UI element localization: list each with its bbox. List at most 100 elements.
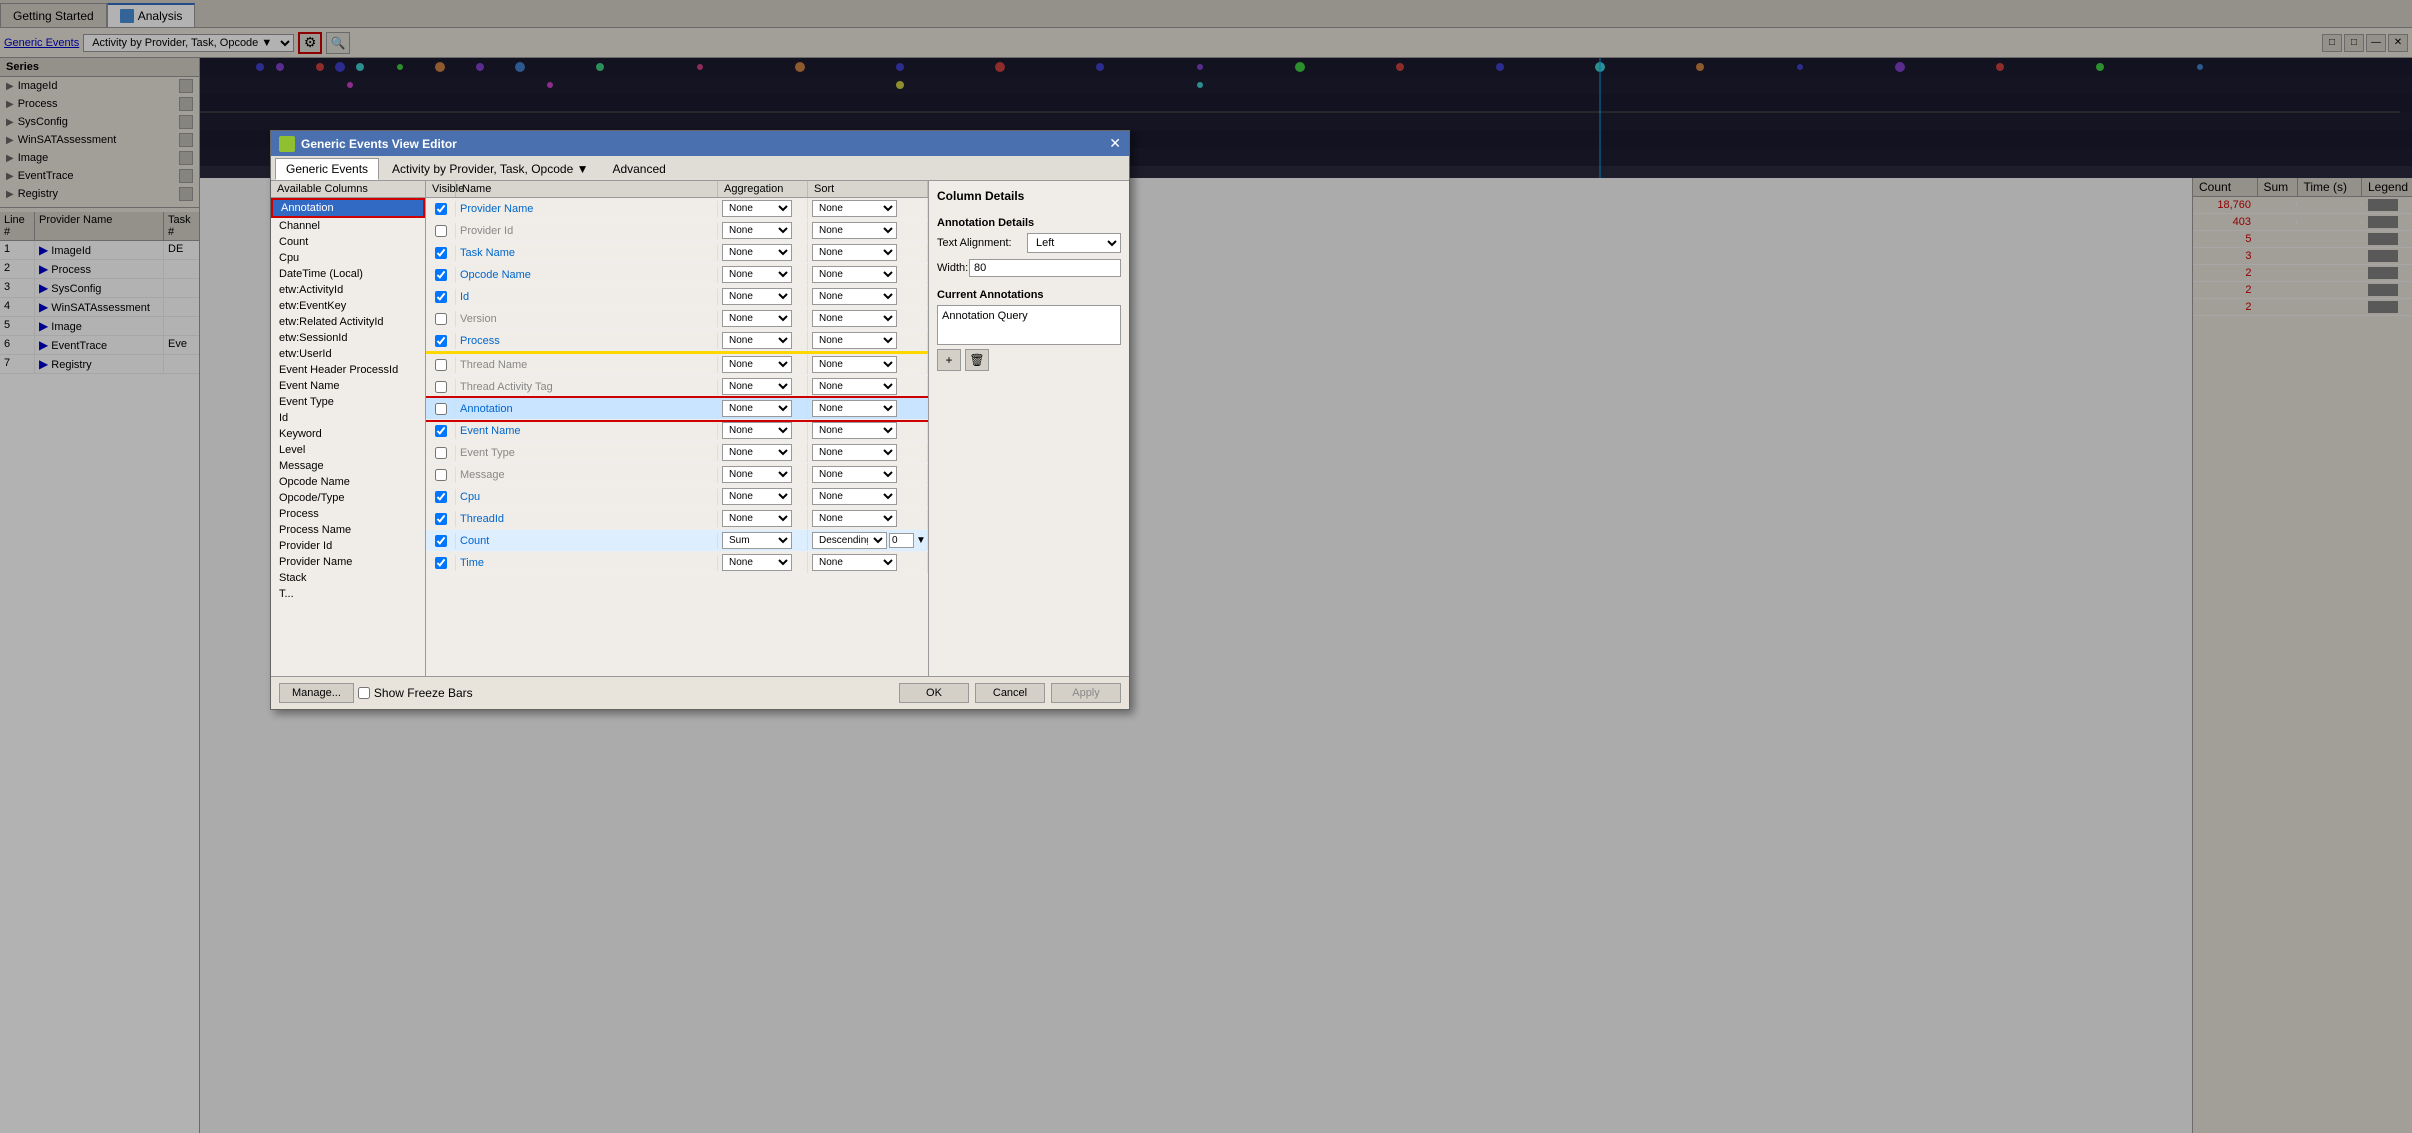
col-visible-checkbox[interactable]: [435, 359, 447, 371]
avail-item-opcode-type[interactable]: Opcode/Type: [271, 490, 425, 506]
col-visible-checkbox[interactable]: [435, 513, 447, 525]
avail-item-etw-sessionid[interactable]: etw:SessionId: [271, 330, 425, 346]
show-freeze-checkbox[interactable]: [358, 687, 370, 699]
ok-button[interactable]: OK: [899, 683, 969, 703]
col-visible-checkbox[interactable]: [435, 335, 447, 347]
avail-item-message[interactable]: Message: [271, 458, 425, 474]
avail-item-process-name[interactable]: Process Name: [271, 522, 425, 538]
modal-close-button[interactable]: ✕: [1109, 135, 1121, 152]
avail-item-opcode-name[interactable]: Opcode Name: [271, 474, 425, 490]
col-agg-select[interactable]: None: [722, 488, 792, 505]
col-agg-select[interactable]: None: [722, 244, 792, 261]
col-sort-select[interactable]: None: [812, 488, 897, 505]
avail-item-etw-related[interactable]: etw:Related ActivityId: [271, 314, 425, 330]
avail-item-cpu[interactable]: Cpu: [271, 250, 425, 266]
col-sort-select[interactable]: None: [812, 222, 897, 239]
width-input[interactable]: [969, 259, 1121, 277]
avail-item-event-header[interactable]: Event Header ProcessId: [271, 362, 425, 378]
col-sort-select[interactable]: None: [812, 510, 897, 527]
col-visible-checkbox[interactable]: [435, 291, 447, 303]
col-visible-checkbox[interactable]: [435, 381, 447, 393]
col-agg-select[interactable]: SumNone: [722, 532, 792, 549]
avail-item-t[interactable]: T...: [271, 586, 425, 602]
col-agg-select[interactable]: None: [722, 378, 792, 395]
col-agg-select[interactable]: None: [722, 554, 792, 571]
col-agg-select[interactable]: None: [722, 222, 792, 239]
col-sort-select[interactable]: None: [812, 288, 897, 305]
apply-button[interactable]: Apply: [1051, 683, 1121, 703]
col-visible-checkbox[interactable]: [435, 225, 447, 237]
col-visible-checkbox[interactable]: [435, 203, 447, 215]
col-name-cell: Provider Name: [456, 201, 718, 217]
col-visible-checkbox[interactable]: [435, 557, 447, 569]
col-agg-cell: None: [718, 198, 808, 219]
col-visible-checkbox[interactable]: [435, 535, 447, 547]
avail-item-datetime[interactable]: DateTime (Local): [271, 266, 425, 282]
column-table-header: Visible Name Aggregation Sort: [426, 181, 928, 198]
col-sort-select[interactable]: DescendingNone: [812, 532, 887, 549]
col-sort-select[interactable]: None: [812, 356, 897, 373]
col-visible-checkbox[interactable]: [435, 269, 447, 281]
col-sort-select[interactable]: None: [812, 310, 897, 327]
col-visible-checkbox[interactable]: [435, 469, 447, 481]
col-visible-checkbox[interactable]: [435, 447, 447, 459]
avail-item-event-type[interactable]: Event Type: [271, 394, 425, 410]
col-sort-select[interactable]: None: [812, 378, 897, 395]
avail-item-stack[interactable]: Stack: [271, 570, 425, 586]
col-visible-cell: [426, 333, 456, 349]
modal-tab-advanced[interactable]: Advanced: [601, 158, 676, 180]
add-annotation-button[interactable]: +: [937, 349, 961, 371]
col-agg-select[interactable]: None: [722, 310, 792, 327]
avail-item-count[interactable]: Count: [271, 234, 425, 250]
avail-item-etw-activityid[interactable]: etw:ActivityId: [271, 282, 425, 298]
col-visible-checkbox[interactable]: [435, 313, 447, 325]
cancel-button[interactable]: Cancel: [975, 683, 1045, 703]
col-sort-select[interactable]: None: [812, 466, 897, 483]
text-alignment-select[interactable]: Left Center Right: [1027, 233, 1121, 253]
manage-button[interactable]: Manage...: [279, 683, 354, 703]
avail-item-level[interactable]: Level: [271, 442, 425, 458]
col-agg-select[interactable]: None: [722, 332, 792, 349]
col-sort-select[interactable]: None: [812, 444, 897, 461]
avail-item-keyword[interactable]: Keyword: [271, 426, 425, 442]
col-row-annotation: Annotation None None: [426, 398, 928, 420]
col-visible-checkbox[interactable]: [435, 247, 447, 259]
col-sort-select[interactable]: None: [812, 266, 897, 283]
col-visible-cell: [426, 311, 456, 327]
col-agg-select[interactable]: None: [722, 400, 792, 417]
avail-item-event-name[interactable]: Event Name: [271, 378, 425, 394]
modal-tab-generic-events[interactable]: Generic Events: [275, 158, 379, 180]
col-visible-checkbox[interactable]: [435, 491, 447, 503]
col-name-cell: Cpu: [456, 489, 718, 505]
avail-item-process[interactable]: Process: [271, 506, 425, 522]
avail-item-etw-eventkey[interactable]: etw:EventKey: [271, 298, 425, 314]
col-sort-num-input[interactable]: [889, 533, 914, 548]
col-agg-select[interactable]: None: [722, 422, 792, 439]
remove-annotation-button[interactable]: 🗑: [965, 349, 989, 371]
col-agg-select[interactable]: None: [722, 288, 792, 305]
current-annotations-section: Current Annotations: [937, 289, 1121, 301]
col-sort-select[interactable]: None: [812, 200, 897, 217]
col-agg-select[interactable]: None: [722, 200, 792, 217]
col-agg-select[interactable]: None: [722, 466, 792, 483]
col-agg-select[interactable]: None: [722, 356, 792, 373]
col-visible-checkbox[interactable]: [435, 403, 447, 415]
col-sort-select[interactable]: None: [812, 554, 897, 571]
avail-item-provider-id[interactable]: Provider Id: [271, 538, 425, 554]
modal-tab-activity[interactable]: Activity by Provider, Task, Opcode ▼: [381, 158, 599, 180]
col-visible-checkbox[interactable]: [435, 425, 447, 437]
col-sort-select[interactable]: None: [812, 400, 897, 417]
col-sort-select[interactable]: None: [812, 244, 897, 261]
annotation-query-box: Annotation Query: [937, 305, 1121, 345]
col-agg-select[interactable]: None: [722, 266, 792, 283]
col-agg-cell: None: [718, 220, 808, 241]
col-sort-select[interactable]: None: [812, 422, 897, 439]
avail-item-provider-name[interactable]: Provider Name: [271, 554, 425, 570]
col-agg-select[interactable]: None: [722, 510, 792, 527]
avail-item-annotation[interactable]: Annotation: [271, 198, 425, 218]
col-agg-select[interactable]: None: [722, 444, 792, 461]
avail-item-channel[interactable]: Channel: [271, 218, 425, 234]
avail-item-etw-userid[interactable]: etw:UserId: [271, 346, 425, 362]
avail-item-id[interactable]: Id: [271, 410, 425, 426]
col-sort-select[interactable]: None: [812, 332, 897, 349]
